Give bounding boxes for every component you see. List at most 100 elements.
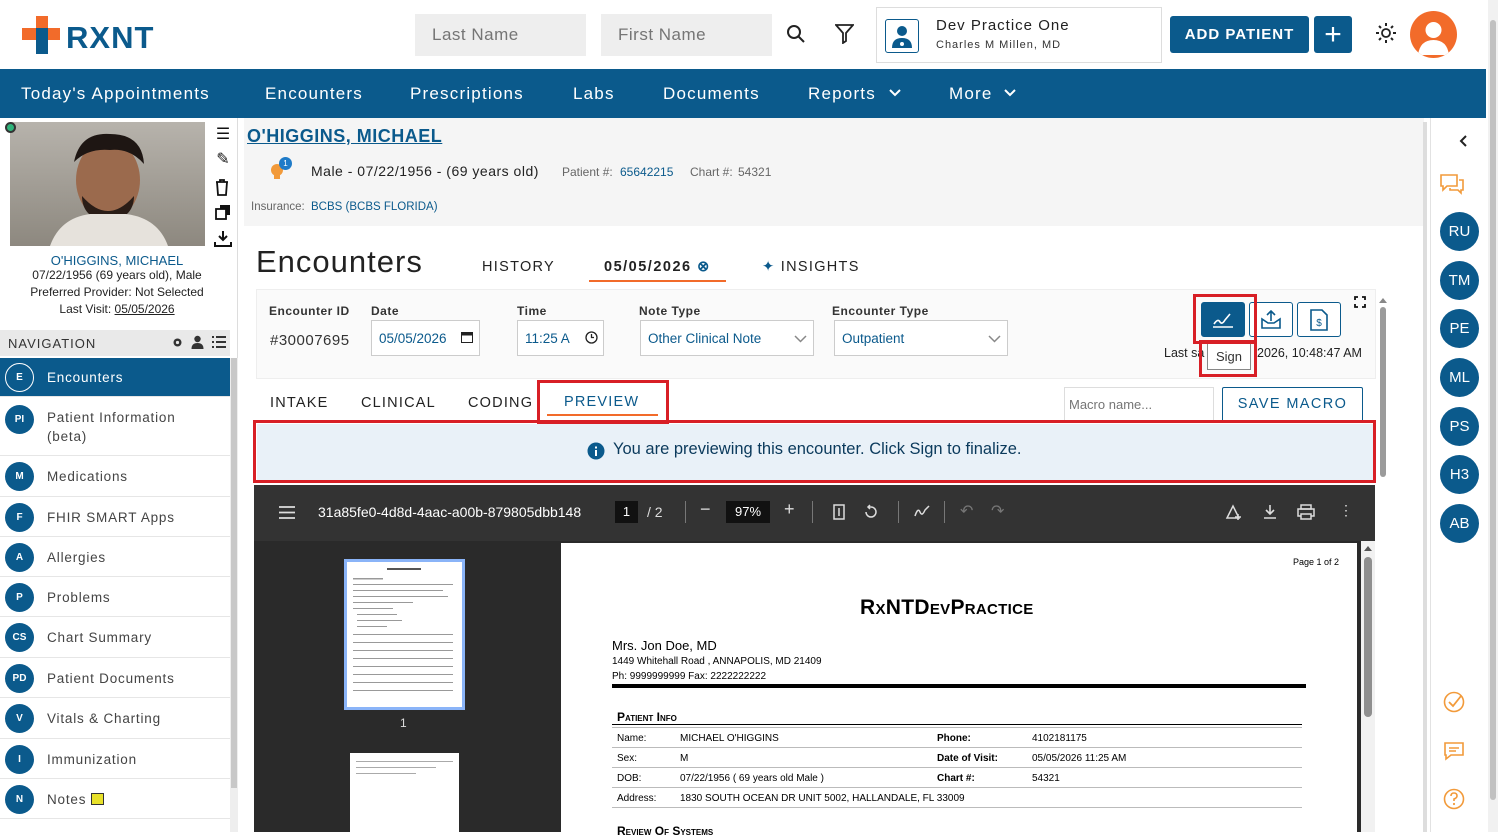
user-avatar[interactable] [1410, 11, 1457, 58]
tab-intake[interactable]: INTAKE [270, 395, 329, 411]
help-icon[interactable] [1443, 788, 1465, 810]
note-type-select[interactable]: Other Clinical Note [640, 320, 814, 356]
page-scrollbar[interactable] [1488, 0, 1498, 832]
last-name-search-input[interactable] [415, 14, 586, 56]
print-icon[interactable] [1297, 504, 1315, 520]
nav-documents[interactable]: Documents [663, 84, 760, 104]
zoom-in-icon[interactable]: + [784, 499, 795, 520]
chat-bubbles-icon[interactable] [1439, 173, 1465, 195]
details-scrollbar[interactable] [1379, 291, 1387, 481]
more-options-icon[interactable]: ⋮ [1339, 502, 1353, 519]
user-avatar-pe[interactable]: PE [1440, 309, 1479, 348]
search-icon[interactable] [786, 24, 806, 44]
chevron-down-icon[interactable] [794, 335, 807, 343]
fullscreen-icon[interactable] [1354, 296, 1366, 308]
pdf-page-input[interactable]: 1 [615, 501, 638, 523]
check-circle-icon[interactable] [1443, 691, 1465, 713]
user-avatar-ru[interactable]: RU [1440, 212, 1479, 251]
list-icon[interactable] [212, 336, 226, 348]
tab-insights[interactable]: ✦ INSIGHTS [762, 259, 860, 275]
draw-signature-icon[interactable] [914, 505, 930, 519]
billing-button[interactable]: $ [1297, 302, 1341, 337]
add-plus-button[interactable]: + [1314, 16, 1352, 53]
sidebar-item-immunization[interactable]: I Immunization [0, 739, 230, 779]
first-name-search-input[interactable] [601, 14, 772, 56]
calendar-icon[interactable] [461, 331, 473, 343]
pdf-zoom-input[interactable]: 97% [726, 501, 770, 523]
patient-name-link[interactable]: O'HIGGINS, MICHAEL [247, 126, 442, 147]
sidebar-item-label: Immunization [47, 752, 137, 767]
copy-icon[interactable] [215, 204, 231, 220]
tab-history[interactable]: HISTORY [482, 259, 555, 275]
message-icon[interactable] [1443, 741, 1465, 761]
sidebar-item-encounters[interactable]: E Encounters [0, 358, 230, 397]
pdf-filename: 31a85fe0-4d8d-4aac-a00b-879805dbb148 [318, 504, 582, 520]
settings-gear-icon[interactable] [1375, 22, 1397, 44]
macro-name-input[interactable] [1064, 387, 1214, 422]
patient-card-name[interactable]: O'HIGGINS, MICHAEL [0, 253, 234, 268]
thumbnail-page-2[interactable] [350, 753, 459, 832]
zoom-out-icon[interactable]: − [700, 499, 711, 520]
clock-icon[interactable] [585, 331, 598, 344]
sidebar-item-medications[interactable]: M Medications [0, 456, 230, 497]
list-icon[interactable]: ☰ [214, 126, 232, 144]
nav-prescriptions[interactable]: Prescriptions [410, 84, 524, 104]
edit-icon[interactable]: ✎ [214, 151, 232, 169]
download-icon[interactable] [214, 230, 232, 247]
pdf-scrollbar[interactable] [1361, 541, 1375, 832]
table-cell-label: Chart #: [937, 773, 975, 784]
annotate-icon[interactable] [1225, 504, 1243, 521]
user-avatar-tm[interactable]: TM [1440, 261, 1479, 300]
rotate-icon[interactable] [863, 504, 879, 520]
sidebar-item-label: Allergies [47, 550, 106, 565]
chevron-down-icon[interactable] [988, 335, 1001, 343]
fit-page-icon[interactable] [833, 504, 845, 520]
user-avatar-ps[interactable]: PS [1440, 407, 1479, 446]
redo-icon[interactable]: ↷ [991, 501, 1004, 521]
nav-reports[interactable]: Reports [808, 84, 876, 104]
patient-info-table: Name: MICHAEL O'HIGGINS Phone: 410218117… [612, 727, 1302, 808]
add-patient-button[interactable]: ADD PATIENT [1170, 16, 1309, 53]
nav-encounters[interactable]: Encounters [265, 84, 363, 104]
user-avatar-ml[interactable]: ML [1440, 358, 1479, 397]
trash-icon[interactable] [215, 179, 229, 196]
nav-more[interactable]: More [949, 84, 993, 104]
patient-number[interactable]: 65642215 [620, 165, 673, 179]
nav-labs[interactable]: Labs [573, 84, 615, 104]
sidebar-item-notes[interactable]: N Notes [0, 779, 230, 819]
gear-icon[interactable] [171, 336, 184, 349]
user-avatar-ab[interactable]: AB [1440, 504, 1479, 543]
tab-encounter-date[interactable]: 05/05/2026 ⊗ [604, 259, 711, 275]
save-macro-button[interactable]: SAVE MACRO [1222, 387, 1363, 422]
close-circle-icon[interactable]: ⊗ [697, 259, 711, 275]
note-type-label: Note Type [639, 304, 701, 318]
download-icon[interactable] [1263, 504, 1277, 520]
sidebar-item-allergies[interactable]: A Allergies [0, 537, 230, 577]
undo-icon[interactable]: ↶ [960, 501, 973, 521]
sidebar-item-chart-summary[interactable]: CS Chart Summary [0, 617, 230, 658]
person-icon[interactable] [191, 335, 204, 349]
sidebar-item-vitals-charting[interactable]: V Vitals & Charting [0, 698, 230, 739]
last-visit-link[interactable]: 05/05/2026 [115, 302, 175, 316]
insurance-link[interactable]: BCBS (BCBS FLORIDA) [311, 201, 438, 213]
sidebar-item-problems[interactable]: P Problems [0, 577, 230, 617]
sidebar-item-patient-information[interactable]: PI Patient Information (beta) [0, 397, 230, 456]
encounter-type-select[interactable]: Outpatient [834, 320, 1008, 356]
nav-todays-appointments[interactable]: Today's Appointments [21, 84, 210, 104]
brand-name[interactable]: RXNT [66, 20, 154, 56]
sidebar-scrollbar[interactable] [230, 358, 238, 832]
sticky-note-icon [91, 793, 104, 805]
sidebar-item-fhir-smart-apps[interactable]: F FHIR SMART Apps [0, 497, 230, 537]
top-bar: RXNT Dev Practice One Charles M Millen, … [0, 0, 1498, 69]
filter-icon[interactable] [835, 23, 854, 44]
menu-icon[interactable] [279, 506, 295, 519]
tab-clinical[interactable]: CLINICAL [361, 395, 436, 411]
chevron-down-icon[interactable] [889, 89, 901, 97]
sidebar-item-patient-documents[interactable]: PD Patient Documents [0, 658, 230, 698]
chevron-left-icon[interactable] [1459, 135, 1467, 147]
chevron-down-icon[interactable] [1004, 89, 1016, 97]
user-avatar-h3[interactable]: H3 [1440, 455, 1479, 494]
tab-coding[interactable]: CODING [468, 395, 533, 411]
thumbnail-page-1[interactable] [344, 559, 465, 710]
practice-selector[interactable]: Dev Practice One Charles M Millen, MD [876, 7, 1162, 63]
